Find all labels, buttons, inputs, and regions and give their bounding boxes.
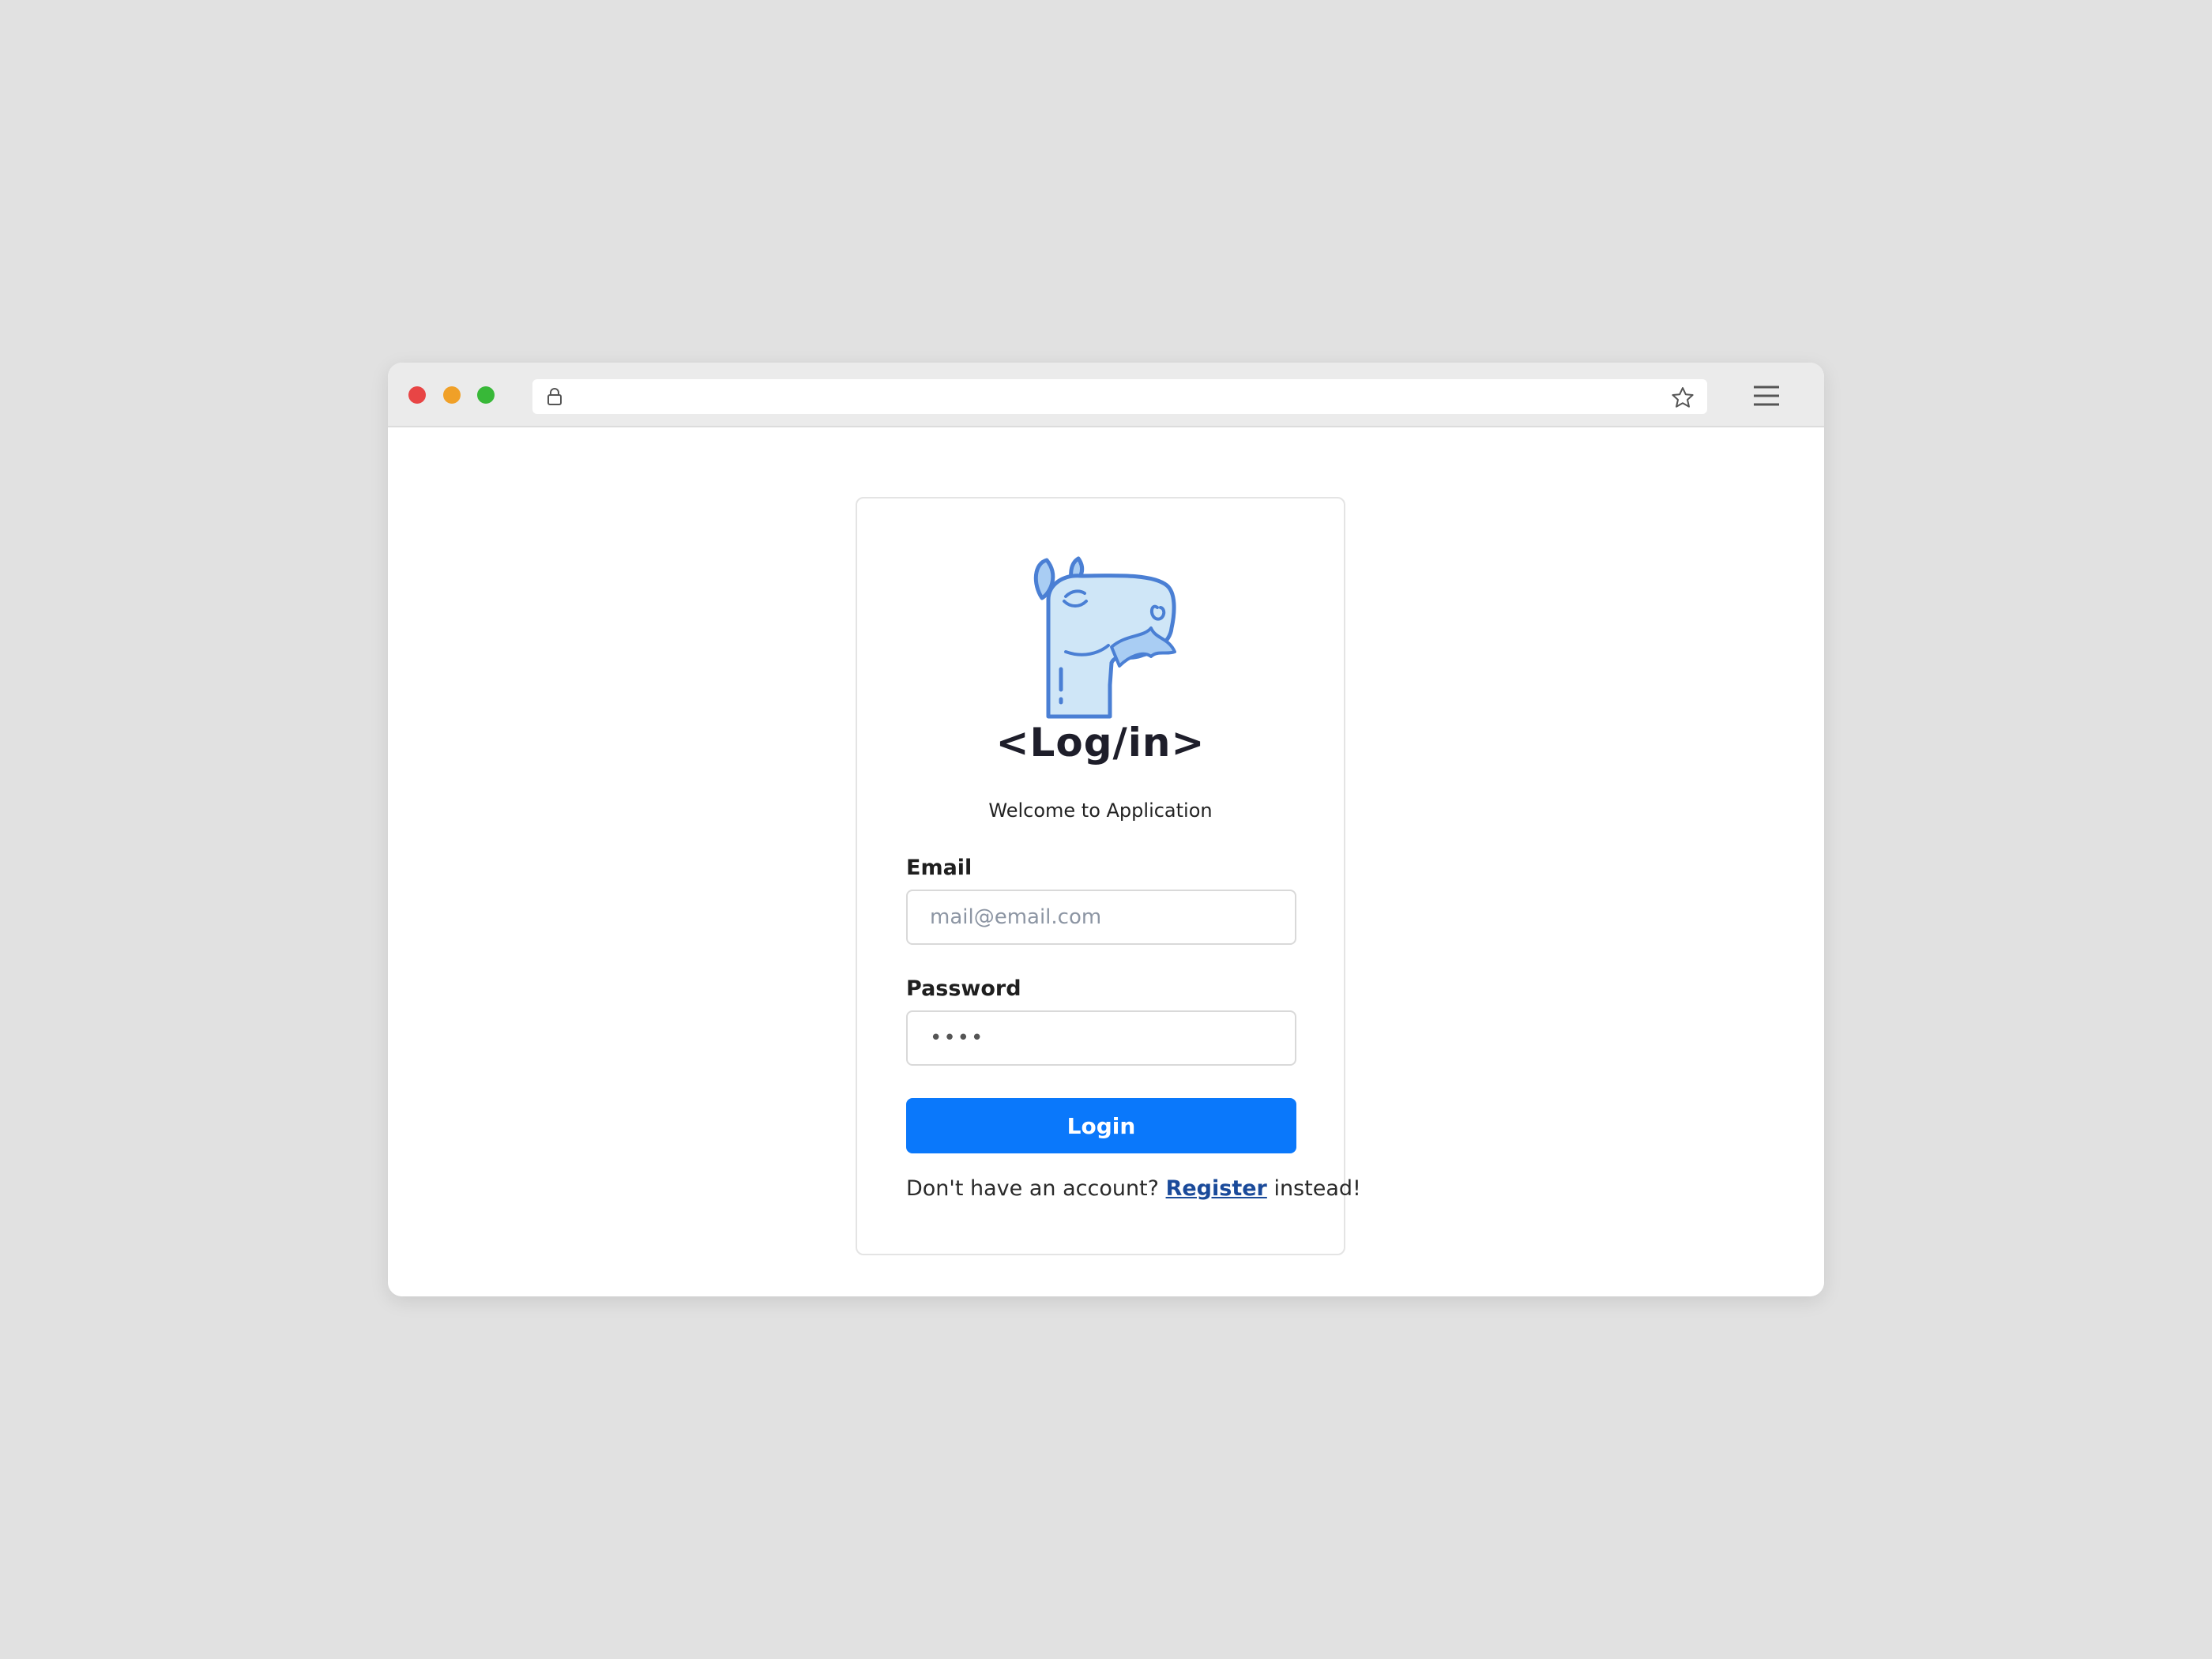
close-window-button[interactable] — [408, 386, 426, 404]
address-bar[interactable] — [532, 379, 1707, 414]
register-prompt: Don't have an account? Register instead! — [906, 1176, 1361, 1201]
email-field[interactable] — [906, 890, 1296, 945]
maximize-window-button[interactable] — [477, 386, 495, 404]
register-link[interactable]: Register — [1166, 1176, 1267, 1201]
email-label: Email — [906, 856, 972, 880]
browser-titlebar — [388, 363, 1824, 427]
lock-icon — [547, 387, 562, 409]
password-label: Password — [906, 976, 1021, 1001]
page-content: <Log/in> Welcome to Application Email Pa… — [388, 427, 1824, 1296]
login-card: <Log/in> Welcome to Application Email Pa… — [856, 497, 1361, 1255]
page-title: <Log/in> — [995, 720, 1206, 766]
register-suffix-text: instead! — [1266, 1176, 1361, 1201]
minimize-window-button[interactable] — [443, 386, 461, 404]
login-button[interactable]: Login — [906, 1098, 1296, 1153]
password-field[interactable] — [906, 1010, 1296, 1066]
register-prefix-text: Don't have an account? — [906, 1176, 1166, 1201]
browser-window: <Log/in> Welcome to Application Email Pa… — [388, 363, 1824, 1296]
hamburger-menu-icon[interactable] — [1753, 385, 1780, 410]
camel-logo — [1033, 552, 1198, 725]
page-subtitle: Welcome to Application — [988, 799, 1213, 822]
star-icon[interactable] — [1671, 386, 1695, 412]
